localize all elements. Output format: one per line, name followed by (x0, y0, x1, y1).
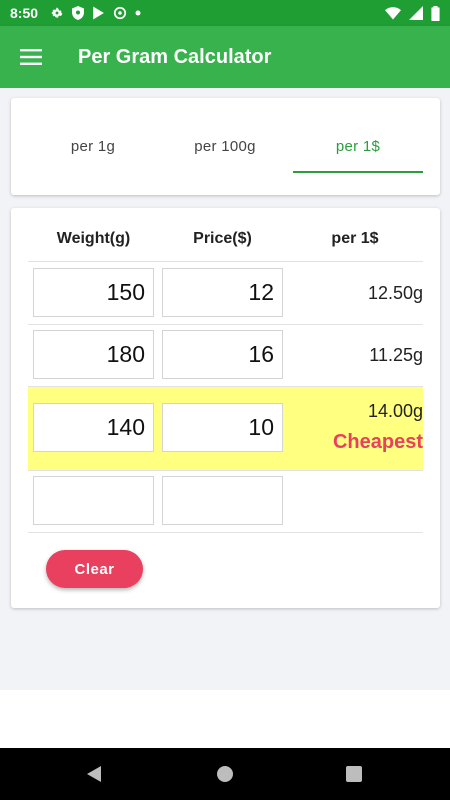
header-price: Price($) (193, 230, 252, 247)
status-time: 8:50 (10, 5, 39, 21)
header-weight: Weight(g) (56, 230, 131, 247)
row-divider (28, 470, 423, 471)
price-input[interactable]: 12 (162, 268, 283, 317)
settings-icon (50, 6, 64, 20)
result-value: 14.00g (367, 401, 423, 421)
tab-per-100g[interactable]: per 100g (160, 98, 290, 195)
row-divider (28, 261, 423, 262)
weight-input[interactable]: 180 (33, 330, 154, 379)
hamburger-menu-icon[interactable] (0, 26, 62, 88)
result-value: 11.25g (369, 345, 423, 365)
wifi-icon (385, 6, 401, 20)
app-bar: Per Gram Calculator (0, 26, 450, 88)
home-icon[interactable] (195, 748, 255, 800)
recents-icon[interactable] (324, 748, 384, 800)
play-store-icon (92, 6, 105, 20)
result-value: 12.50g (367, 283, 423, 303)
status-bar: 8:50 (0, 0, 450, 26)
tab-per-1g[interactable]: per 1g (28, 98, 158, 195)
at-sign-icon (113, 6, 127, 20)
clear-button[interactable]: Clear (46, 550, 143, 588)
signal-icon (409, 6, 423, 20)
active-tab-indicator (293, 171, 423, 173)
bottom-spacer (0, 690, 450, 748)
row-divider (28, 324, 423, 325)
price-input[interactable] (162, 476, 283, 525)
cheapest-label: Cheapest (332, 431, 423, 453)
header-result: per 1$ (331, 230, 379, 247)
system-nav-bar (0, 748, 450, 800)
row-divider (28, 532, 423, 533)
tab-per-1-dollar[interactable]: per 1$ (293, 98, 423, 195)
content-area: per 1g per 100g per 1$ Weight(g) Price($… (0, 88, 450, 690)
calculator-table: Weight(g) Price($) per 1$ 150 12 12.50g … (11, 208, 440, 608)
back-icon[interactable] (64, 748, 124, 800)
weight-input[interactable]: 140 (33, 403, 154, 452)
weight-input[interactable]: 150 (33, 268, 154, 317)
weight-input[interactable] (33, 476, 154, 525)
battery-icon (431, 5, 440, 21)
mode-tabs: per 1g per 100g per 1$ (11, 98, 440, 195)
price-input[interactable]: 16 (162, 330, 283, 379)
price-input[interactable]: 10 (162, 403, 283, 452)
app-title: Per Gram Calculator (78, 45, 272, 68)
shield-icon (72, 6, 85, 20)
dot-icon (135, 10, 141, 16)
